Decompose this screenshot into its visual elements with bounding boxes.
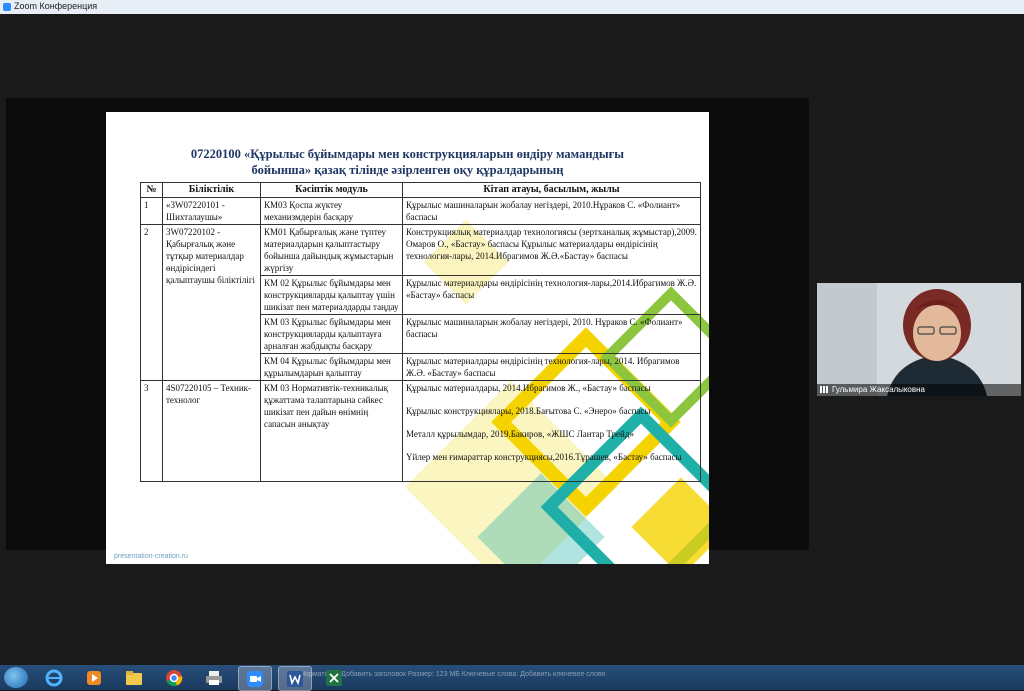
module-cell: КМ 04 Құрылыс бұйымдары мен құрылымдарын… xyxy=(260,353,403,381)
slide-title: 07220100 «Құрылыс бұйымдары мен конструк… xyxy=(106,146,709,178)
shared-slide: 07220100 «Құрылыс бұйымдары мен конструк… xyxy=(106,112,709,564)
taskbar-media-button[interactable] xyxy=(78,666,110,689)
book-entry: Үйлер мен ғимараттар конструкциясы,2016.… xyxy=(406,452,682,462)
table-header-row: № Біліктілік Кәсіптік модуль Кітап атауы… xyxy=(140,182,701,198)
module-cell: КМ 02 Құрылыс бұйымдары мен конструкциял… xyxy=(260,275,403,315)
window-titlebar: Zoom Конференция xyxy=(0,0,1024,15)
module-cell: КМ 03 Нормативтік-техникалық құжаттама т… xyxy=(260,380,403,482)
book-cell: Құрылыс машиналарын жобалау негіздері, 2… xyxy=(402,314,701,354)
slide-watermark: presentation-creation.ru xyxy=(114,553,188,560)
slide-title-line-1: 07220100 «Құрылыс бұйымдары мен конструк… xyxy=(190,147,625,161)
textbooks-table: № Біліктілік Кәсіптік модуль Кітап атауы… xyxy=(140,182,701,482)
participant-name-label: Гульмира Жаксалыкoвна xyxy=(817,384,1021,396)
book-cell: Құрылыс материалдары өндірісінің техноло… xyxy=(402,275,701,315)
taskbar-printer-button[interactable] xyxy=(198,666,230,689)
row-number: 2 xyxy=(140,224,163,381)
slide-title-line-2: бойынша» қазақ тілінде әзірленген оқу құ… xyxy=(251,163,564,177)
header-module: Кәсіптік модуль xyxy=(260,182,403,198)
table-row: 1 «3W07220101 - Шихталаушы» КМ03 Қоспа ж… xyxy=(140,197,701,225)
signal-strength-icon xyxy=(820,386,829,394)
participant-name: Гульмира Жаксалыкoвна xyxy=(832,385,925,394)
book-cell: Конструкциялық материалдар технологиясы … xyxy=(402,224,701,276)
qualification-cell: 4S07220105 – Техник-технолог xyxy=(162,380,261,482)
module-cell: КМ01 Қабырғалық және түптеу материалдары… xyxy=(260,224,403,276)
qualification-cell: 3W07220102 - Қабырғалық және тұтқыр мате… xyxy=(162,224,261,381)
table-row: 2 3W07220102 - Қабырғалық және тұтқыр ма… xyxy=(140,224,701,381)
taskbar-ie-button[interactable] xyxy=(38,666,70,689)
book-entry: Құрылыс материалдары, 2014.Ибрагимов Ж.,… xyxy=(406,383,651,393)
book-cell-group: Құрылыс материалдары, 2014.Ибрагимов Ж.,… xyxy=(402,380,701,482)
windows-taskbar: Нормативы: Добавить заголовок Размер: 12… xyxy=(0,665,1024,691)
window-title: Zoom Конференция xyxy=(14,1,98,11)
book-entry: Металл құрылымдар, 2019.Бакиров, «ЖШС Ла… xyxy=(406,429,634,439)
zoom-app-icon xyxy=(3,3,11,11)
book-cell: Құрылыс машиналарын жобалау негіздері, 2… xyxy=(402,197,701,225)
header-book: Кітап атауы, басылым, жылы xyxy=(402,182,701,198)
start-button-icon[interactable] xyxy=(4,667,28,688)
header-number: № xyxy=(140,182,163,198)
taskbar-explorer-button[interactable] xyxy=(118,666,150,689)
row-number: 3 xyxy=(140,380,163,482)
table-row: 3 4S07220105 – Техник-технолог КМ 03 Нор… xyxy=(140,380,701,482)
module-cell: КМ03 Қоспа жүктеу механизмдерін басқару xyxy=(260,197,403,225)
printer-icon xyxy=(206,671,222,685)
folder-icon xyxy=(126,671,142,685)
header-qualification: Біліктілік xyxy=(162,182,261,198)
module-cell: КМ 03 Құрылыс бұйымдары мен конструкциял… xyxy=(260,314,403,354)
taskbar-chrome-button[interactable] xyxy=(158,666,190,689)
participant-video-tile[interactable]: Гульмира Жаксалыкoвна xyxy=(817,283,1021,396)
media-player-icon xyxy=(87,671,101,685)
taskbar-excel-button[interactable] xyxy=(318,666,350,689)
internet-explorer-icon xyxy=(45,669,63,687)
zoom-icon xyxy=(247,671,263,687)
book-entry: Құрылыс конструкциялары, 2018.Бағытова С… xyxy=(406,406,651,416)
word-icon xyxy=(287,671,303,687)
taskbar-zoom-button[interactable] xyxy=(238,666,272,691)
row-number: 1 xyxy=(140,197,163,225)
taskbar-word-button[interactable] xyxy=(278,666,312,691)
chrome-icon xyxy=(166,670,183,687)
book-cell: Құрылыс материалдары өндірісінің техноло… xyxy=(402,353,701,381)
excel-icon xyxy=(326,670,342,686)
qualification-cell: «3W07220101 - Шихталаушы» xyxy=(162,197,261,225)
participant-avatar xyxy=(817,283,1021,396)
